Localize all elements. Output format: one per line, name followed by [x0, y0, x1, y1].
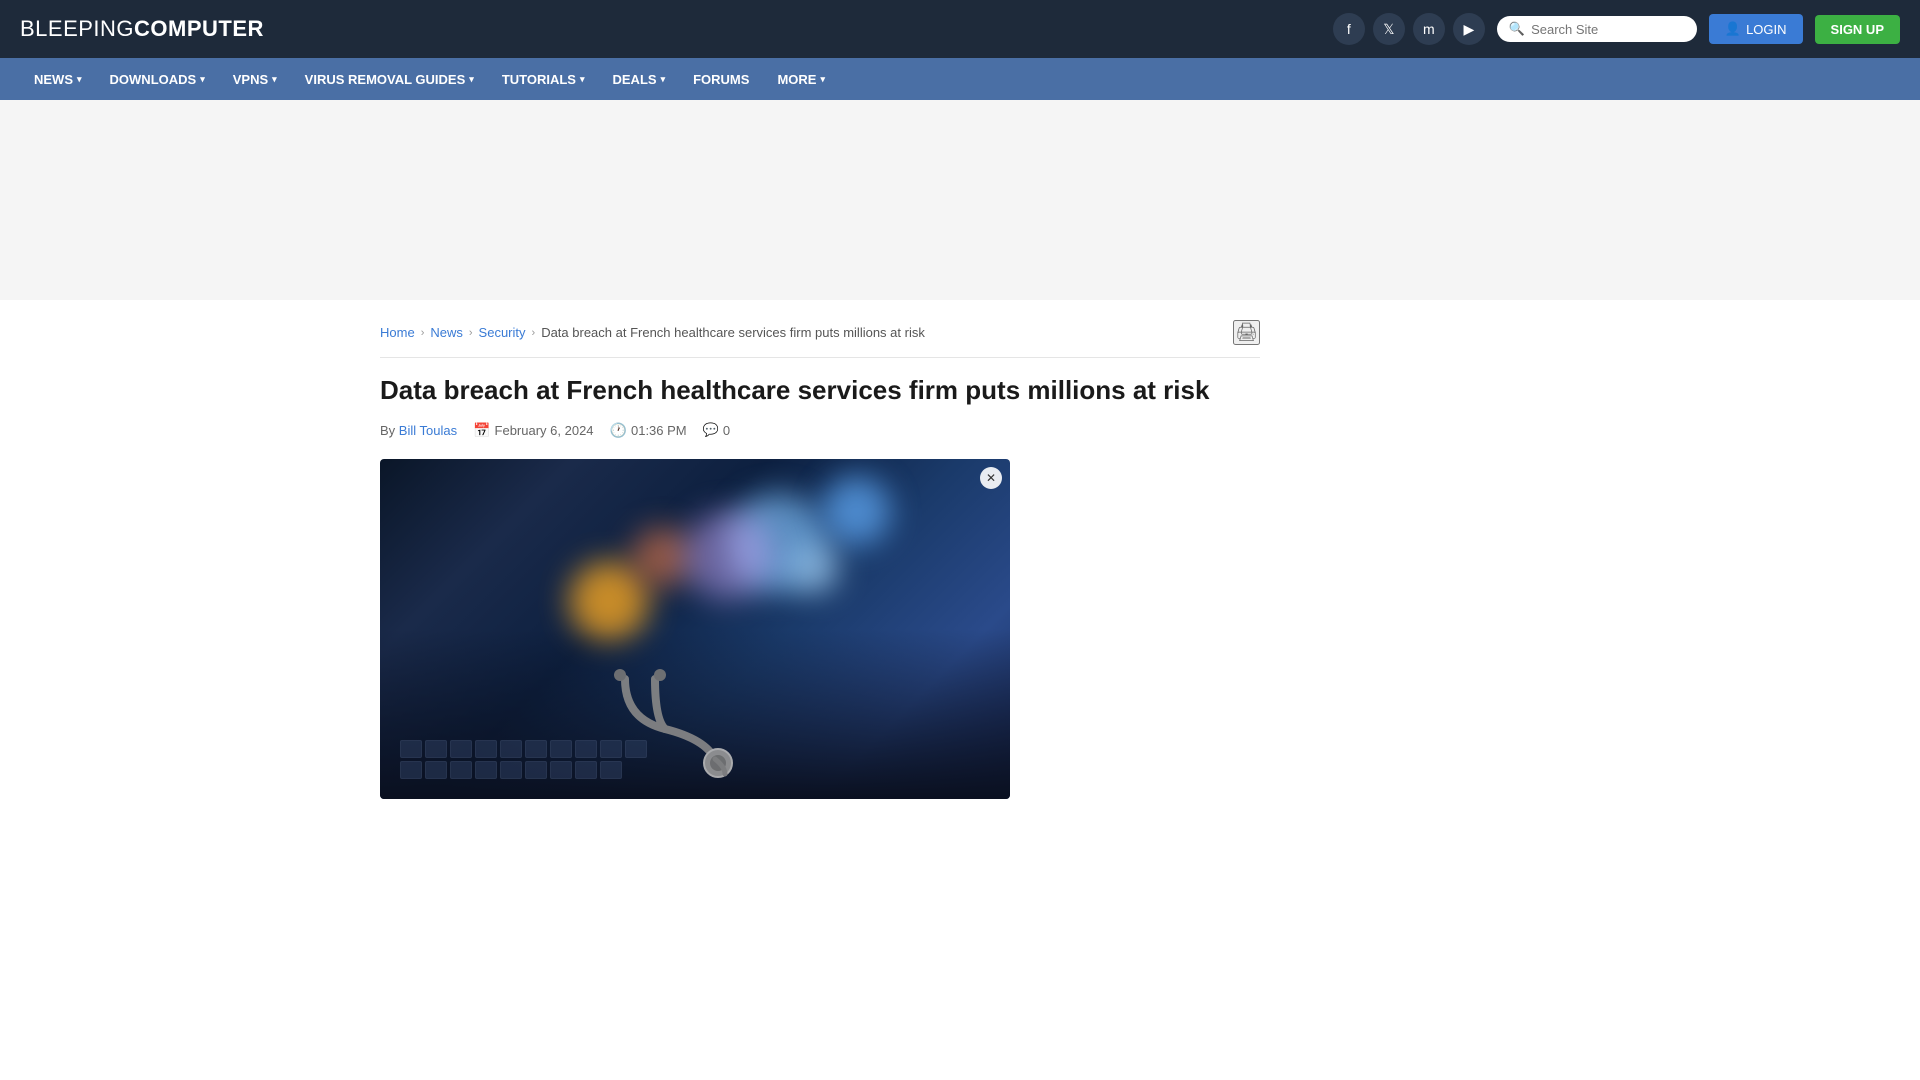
social-icons: f 𝕏 m ▶	[1333, 13, 1485, 45]
key	[575, 761, 597, 779]
article-date: 📅 February 6, 2024	[473, 422, 593, 439]
search-icon: 🔍	[1509, 21, 1525, 37]
key	[425, 740, 447, 758]
author-label: By Bill Toulas	[380, 423, 457, 438]
mastodon-icon[interactable]: m	[1413, 13, 1445, 45]
key	[575, 740, 597, 758]
print-button[interactable]: 🖨	[1233, 320, 1260, 345]
chevron-down-icon: ▾	[820, 74, 825, 85]
key	[450, 740, 472, 758]
chevron-down-icon: ▾	[77, 74, 82, 85]
youtube-icon[interactable]: ▶	[1453, 13, 1485, 45]
key	[450, 761, 472, 779]
key	[400, 761, 422, 779]
logo-bold: COMPUTER	[134, 16, 264, 41]
site-header: BLEEPINGCOMPUTER f 𝕏 m ▶ 🔍 👤 LOGIN SIGN …	[0, 0, 1920, 58]
bokeh-light	[790, 544, 840, 594]
chevron-down-icon: ▾	[661, 74, 666, 85]
bokeh-light	[821, 476, 891, 546]
stethoscope-icon	[595, 659, 795, 779]
nav-item-downloads[interactable]: DOWNLOADS ▾	[96, 60, 219, 99]
nav-item-more[interactable]: MORE ▾	[763, 60, 839, 99]
main-content: Home › News › Security › Data breach at …	[380, 320, 1260, 799]
chevron-down-icon: ▾	[272, 74, 277, 85]
nav-item-forums[interactable]: FORUMS	[679, 60, 763, 99]
nav-item-news[interactable]: NEWS ▾	[20, 60, 96, 99]
clock-icon: 🕐	[610, 422, 627, 439]
comments-count: 💬 0	[703, 422, 730, 438]
key	[550, 740, 572, 758]
sidebar	[1290, 320, 1540, 799]
author-link[interactable]: Bill Toulas	[399, 423, 457, 438]
key	[525, 761, 547, 779]
breadcrumb-separator: ›	[532, 327, 536, 339]
search-bar[interactable]: 🔍	[1497, 16, 1697, 42]
search-input[interactable]	[1531, 22, 1685, 37]
key	[500, 740, 522, 758]
comment-icon: 💬	[703, 422, 719, 438]
chevron-down-icon: ▾	[580, 74, 585, 85]
user-icon: 👤	[1725, 21, 1741, 37]
nav-item-deals[interactable]: DEALS ▾	[599, 60, 680, 99]
ad-banner	[0, 100, 1920, 300]
breadcrumb-separator: ›	[469, 327, 473, 339]
key	[475, 740, 497, 758]
nav-item-virus-removal[interactable]: VIRUS REMOVAL GUIDES ▾	[291, 60, 488, 99]
twitter-icon[interactable]: 𝕏	[1373, 13, 1405, 45]
breadcrumb-separator: ›	[421, 327, 425, 339]
breadcrumb: Home › News › Security › Data breach at …	[380, 320, 1260, 358]
login-button[interactable]: 👤 LOGIN	[1709, 14, 1803, 44]
logo-light: BLEEPING	[20, 16, 134, 41]
key	[550, 761, 572, 779]
key	[525, 740, 547, 758]
main-nav: NEWS ▾ DOWNLOADS ▾ VPNS ▾ VIRUS REMOVAL …	[0, 58, 1920, 100]
signup-button[interactable]: SIGN UP	[1815, 15, 1900, 44]
nav-item-vpns[interactable]: VPNS ▾	[219, 60, 291, 99]
chevron-down-icon: ▾	[469, 74, 474, 85]
breadcrumb-current: Data breach at French healthcare service…	[541, 325, 925, 340]
site-logo[interactable]: BLEEPINGCOMPUTER	[20, 16, 264, 42]
header-right: f 𝕏 m ▶ 🔍 👤 LOGIN SIGN UP	[1333, 13, 1900, 45]
article-image: ✕	[380, 459, 1010, 799]
key	[400, 740, 422, 758]
image-close-button[interactable]: ✕	[980, 467, 1002, 489]
key	[475, 761, 497, 779]
calendar-icon: 📅	[473, 422, 490, 439]
breadcrumb-security[interactable]: Security	[479, 325, 526, 340]
bokeh-light	[682, 510, 772, 600]
article-meta: By Bill Toulas 📅 February 6, 2024 🕐 01:3…	[380, 422, 1260, 439]
content-wrapper: Home › News › Security › Data breach at …	[360, 300, 1560, 819]
chevron-down-icon: ▾	[200, 74, 205, 85]
article-image-visual	[380, 459, 1010, 799]
breadcrumb-home[interactable]: Home	[380, 325, 415, 340]
facebook-icon[interactable]: f	[1333, 13, 1365, 45]
article-title: Data breach at French healthcare service…	[380, 374, 1260, 408]
nav-item-tutorials[interactable]: TUTORIALS ▾	[488, 60, 599, 99]
key	[425, 761, 447, 779]
breadcrumb-links: Home › News › Security › Data breach at …	[380, 325, 925, 340]
breadcrumb-news[interactable]: News	[430, 325, 463, 340]
article-time: 🕐 01:36 PM	[610, 422, 687, 439]
key	[500, 761, 522, 779]
